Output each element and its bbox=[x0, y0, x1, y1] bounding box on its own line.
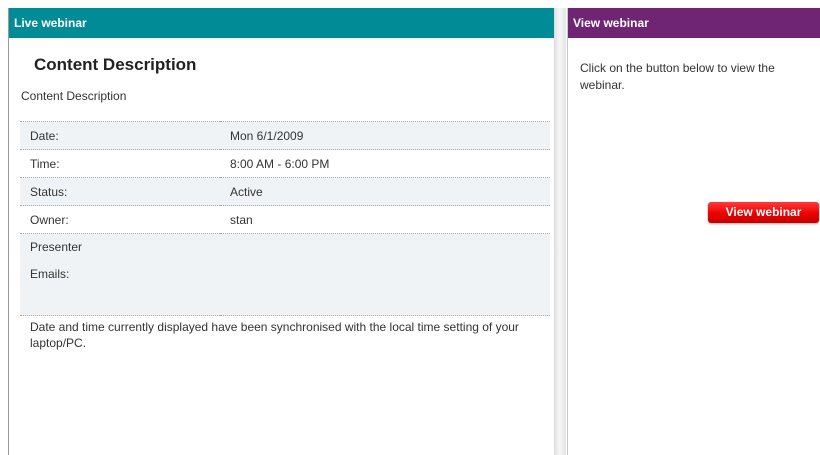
presenter-emails-value bbox=[220, 233, 550, 316]
date-label: Date: bbox=[20, 121, 220, 150]
timezone-note: Date and time currently displayed have b… bbox=[30, 320, 519, 350]
presenter-emails-label: Presenter Emails: bbox=[20, 233, 220, 316]
table-bottom-border bbox=[20, 315, 550, 316]
time-value: 8:00 AM - 6:00 PM bbox=[220, 149, 550, 178]
table-row-owner: Owner: stan bbox=[20, 205, 550, 234]
time-label: Time: bbox=[20, 149, 220, 178]
live-webinar-header: Live webinar bbox=[9, 8, 554, 38]
presenter-label-line2: Emails: bbox=[30, 267, 70, 281]
live-webinar-panel: Live webinar Content Description Content… bbox=[8, 8, 554, 455]
table-row-time: Time: 8:00 AM - 6:00 PM bbox=[20, 149, 550, 178]
status-label: Status: bbox=[20, 177, 220, 206]
owner-label: Owner: bbox=[20, 205, 220, 234]
status-value: Active bbox=[220, 177, 550, 206]
date-value: Mon 6/1/2009 bbox=[220, 121, 550, 150]
table-row-status: Status: Active bbox=[20, 177, 550, 206]
table-row-presenter-emails: Presenter Emails: bbox=[20, 233, 550, 316]
table-row-date: Date: Mon 6/1/2009 bbox=[20, 121, 550, 150]
presenter-label-line1: Presenter bbox=[30, 240, 83, 254]
view-instruction-text: Click on the button below to view the we… bbox=[580, 61, 775, 92]
content-description: Content Description bbox=[21, 89, 127, 103]
panel-divider bbox=[554, 8, 566, 455]
view-webinar-button[interactable]: View webinar bbox=[708, 202, 819, 223]
content-title: Content Description bbox=[34, 55, 197, 74]
webinar-details-table: Date: Mon 6/1/2009 Time: 8:00 AM - 6:00 … bbox=[20, 121, 550, 316]
view-webinar-panel: View webinar Click on the button below t… bbox=[567, 8, 820, 455]
owner-value: stan bbox=[220, 205, 550, 234]
view-webinar-header: View webinar bbox=[568, 8, 820, 38]
